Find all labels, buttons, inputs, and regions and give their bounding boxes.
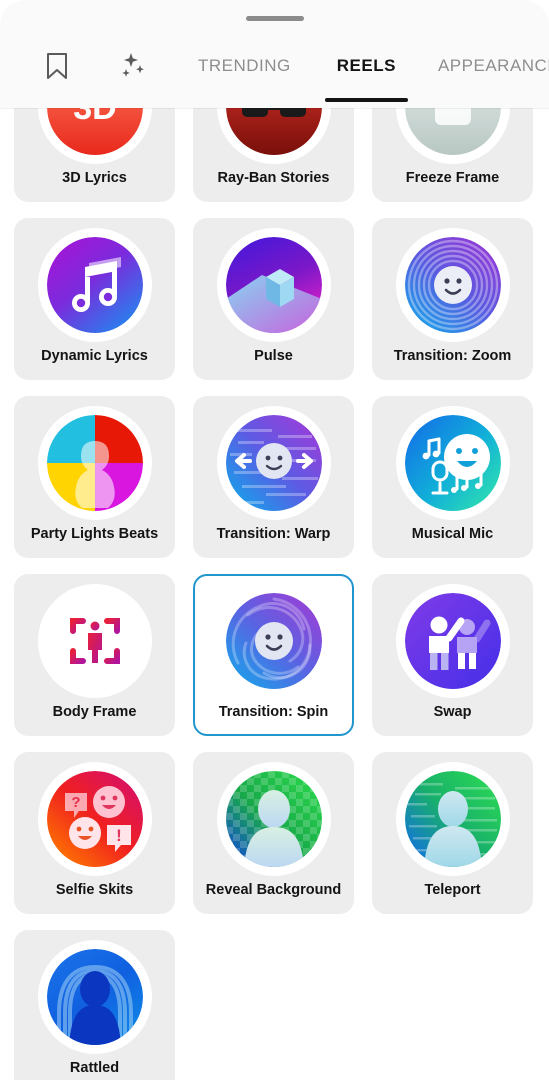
active-tab-indicator — [324, 98, 408, 102]
effect-thumbnail — [399, 410, 506, 516]
effect-card[interactable]: Rattled — [14, 930, 175, 1080]
effects-tray-screen: 3D 3D Lyrics Ray-Ban Stories Freeze Fram… — [0, 0, 549, 1080]
effect-card[interactable]: Transition: Zoom — [372, 218, 533, 380]
tab-appearance-label: APPEARANCE — [437, 56, 549, 75]
silhouette-checker-icon — [225, 771, 322, 867]
effect-thumbnail — [41, 944, 148, 1050]
effect-label: Musical Mic — [411, 527, 494, 542]
effect-label: Dynamic Lyrics — [41, 349, 148, 364]
effect-card[interactable]: Transition: Warp — [193, 396, 354, 558]
effect-card[interactable]: Musical Mic — [372, 396, 533, 558]
silhouette-rings-icon — [46, 949, 143, 1045]
drag-handle[interactable] — [245, 16, 304, 21]
bookmark-icon[interactable] — [30, 46, 84, 86]
effect-label: Selfie Skits — [55, 883, 134, 898]
svg-text:!: ! — [116, 826, 122, 845]
tab-appearance[interactable]: APPEARANCE — [428, 46, 549, 86]
sparkle-icon[interactable] — [106, 46, 160, 86]
effect-card[interactable]: Body Frame — [14, 574, 175, 736]
effect-thumbnail — [220, 232, 327, 338]
music-note-icon — [46, 237, 143, 333]
effect-label: Transition: Spin — [218, 705, 329, 720]
effect-thumbnail — [399, 766, 506, 872]
tab-trending[interactable]: TRENDING — [188, 46, 301, 86]
two-people-icon — [404, 593, 501, 689]
effect-card[interactable]: Reveal Background — [193, 752, 354, 914]
effect-thumbnail — [220, 766, 327, 872]
zoom-rings-icon — [404, 237, 501, 333]
tab-bar: TRENDING REELS APPEARANCE — [0, 46, 549, 108]
color-wheel-icon — [46, 415, 143, 511]
effect-card[interactable]: Dynamic Lyrics — [14, 218, 175, 380]
effect-thumbnail — [41, 410, 148, 516]
tab-reels[interactable]: REELS — [324, 46, 408, 102]
effect-thumbnail: ? ! — [41, 766, 148, 872]
cube-icon — [225, 237, 322, 333]
warp-arrows-icon — [225, 415, 322, 511]
effect-label: Body Frame — [52, 705, 137, 720]
effects-grid: 3D 3D Lyrics Ray-Ban Stories Freeze Fram… — [0, 40, 549, 1080]
effect-label: Teleport — [424, 883, 481, 898]
effect-label: Ray-Ban Stories — [217, 171, 330, 186]
effect-label: Rattled — [69, 1061, 120, 1076]
effect-thumbnail — [399, 232, 506, 338]
effect-thumbnail — [41, 588, 148, 694]
mic-smile-icon — [404, 415, 501, 511]
effect-card-selected[interactable]: Transition: Spin — [193, 574, 354, 736]
body-brackets-icon — [46, 593, 143, 689]
spin-swirl-icon — [225, 593, 322, 689]
effect-label: Transition: Warp — [216, 527, 331, 542]
effect-label: Swap — [433, 705, 472, 720]
svg-text:?: ? — [71, 794, 80, 811]
effect-card[interactable]: Pulse — [193, 218, 354, 380]
effect-label: Pulse — [254, 349, 293, 364]
effect-card[interactable]: ? ! Selfie Skits — [14, 752, 175, 914]
silhouette-stripes-icon — [404, 771, 501, 867]
tab-trending-label: TRENDING — [198, 56, 291, 75]
effect-thumbnail — [220, 588, 327, 694]
effect-label: Freeze Frame — [405, 171, 500, 186]
effect-thumbnail — [41, 232, 148, 338]
effect-label: Transition: Zoom — [393, 349, 512, 364]
effect-thumbnail — [220, 410, 327, 516]
effect-card[interactable]: Swap — [372, 574, 533, 736]
effect-thumbnail — [399, 588, 506, 694]
tab-reels-label: REELS — [336, 56, 396, 75]
effect-label: Party Lights Beats — [30, 527, 159, 542]
emoji-bubbles-icon: ? ! — [46, 771, 143, 867]
effect-card[interactable]: Party Lights Beats — [14, 396, 175, 558]
effect-label: 3D Lyrics — [62, 171, 127, 186]
bottom-sheet-header: TRENDING REELS APPEARANCE — [0, 0, 549, 108]
effect-label: Reveal Background — [205, 883, 342, 898]
effect-card[interactable]: Teleport — [372, 752, 533, 914]
